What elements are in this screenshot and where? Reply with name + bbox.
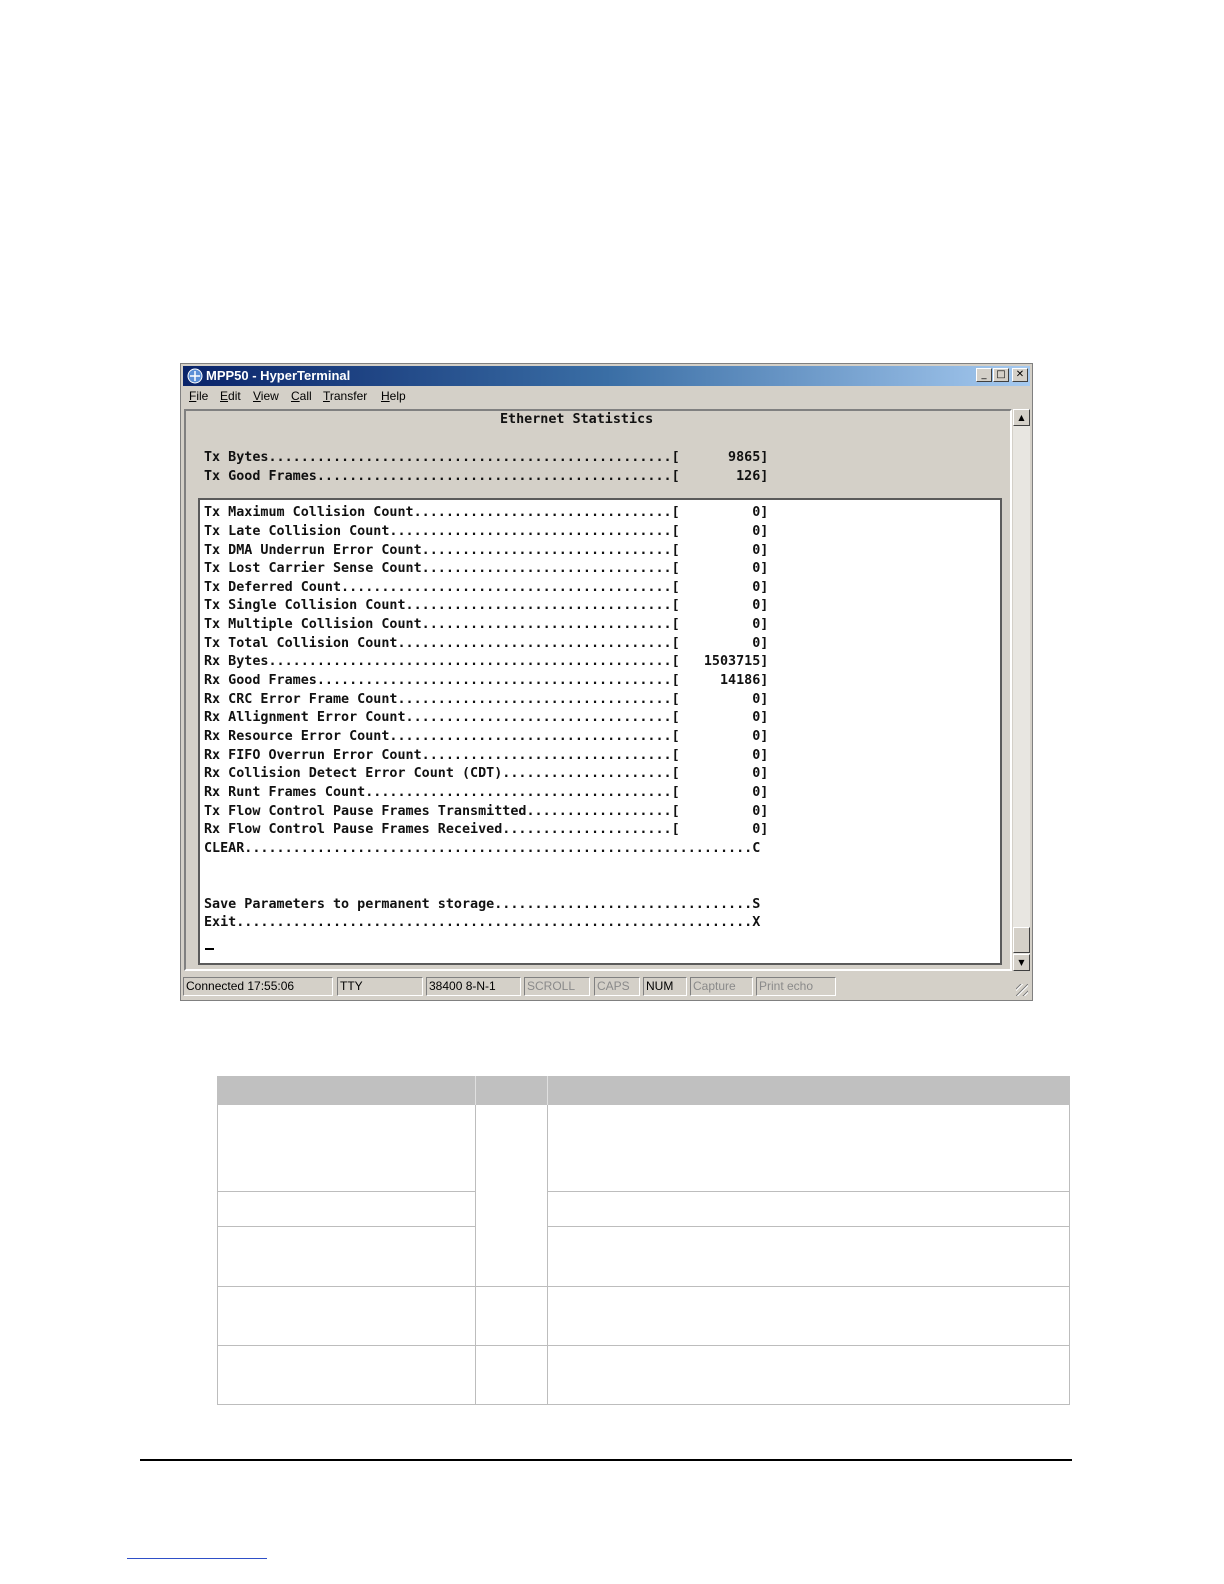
title-bar[interactable]: MPP50 - HyperTerminal _ □ ✕ [183, 366, 1030, 386]
stat-line: Tx Single Collision Count...............… [204, 598, 769, 613]
window-title: MPP50 - HyperTerminal [206, 368, 351, 383]
menu-view[interactable]: View [253, 389, 279, 403]
stat-line: Rx Flow Control Pause Frames Received...… [204, 822, 769, 837]
save-option: Save Parameters to permanent storage....… [204, 897, 761, 912]
footer-link-underline[interactable] [127, 1558, 267, 1559]
close-button[interactable]: ✕ [1012, 368, 1028, 382]
stat-line: Rx Collision Detect Error Count (CDT)...… [204, 766, 769, 781]
header-divider [475, 1076, 476, 1105]
stat-line: Tx Lost Carrier Sense Count.............… [204, 561, 769, 576]
table-border-right [1069, 1105, 1070, 1405]
status-port-settings: 38400 8-N-1 [426, 977, 521, 996]
footer-rule [140, 1459, 1072, 1461]
menu-help[interactable]: Help [381, 389, 406, 403]
maximize-button[interactable]: □ [993, 368, 1009, 382]
status-capture: Capture [690, 977, 753, 996]
stat-line: Tx Deferred Count.......................… [204, 580, 769, 595]
table-border-left [217, 1105, 218, 1405]
status-caps: CAPS [594, 977, 640, 996]
terminal-line-tx-bytes: Tx Bytes................................… [204, 450, 769, 465]
column-divider [475, 1105, 476, 1405]
status-connected: Connected 17:55:06 [183, 977, 333, 996]
row-divider [217, 1286, 1070, 1287]
status-emulation: TTY [337, 977, 423, 996]
menu-edit[interactable]: Edit [220, 389, 241, 403]
scroll-thumb[interactable] [1013, 927, 1030, 953]
menu-bar: File Edit View Call Transfer Help [183, 387, 1030, 407]
stat-line: Rx Resource Error Count.................… [204, 729, 769, 744]
status-num: NUM [643, 977, 687, 996]
hyperterminal-window: MPP50 - HyperTerminal _ □ ✕ File Edit Vi… [180, 363, 1033, 1001]
scroll-up-button[interactable]: ▲ [1013, 409, 1030, 426]
row-divider [547, 1226, 1070, 1227]
menu-file[interactable]: File [189, 389, 208, 403]
stat-line: Tx Multiple Collision Count.............… [204, 617, 769, 632]
exit-option: Exit....................................… [204, 915, 761, 930]
status-bar: Connected 17:55:06 TTY 38400 8-N-1 SCROL… [183, 976, 1030, 998]
stat-line: Rx CRC Error Frame Count................… [204, 692, 769, 707]
row-divider [217, 1345, 1070, 1346]
status-scroll: SCROLL [524, 977, 590, 996]
row-divider [217, 1226, 475, 1227]
clear-option: CLEAR...................................… [204, 841, 761, 856]
stat-line: Rx FIFO Overrun Error Count.............… [204, 748, 769, 763]
status-print-echo: Print echo [756, 977, 836, 996]
header-divider [547, 1076, 548, 1105]
stat-line: Rx Good Frames..........................… [204, 673, 769, 688]
terminal-line-tx-good-frames: Tx Good Frames..........................… [204, 469, 769, 484]
terminal-area[interactable]: Ethernet Statistics Tx Bytes............… [184, 409, 1012, 971]
menu-call[interactable]: Call [291, 389, 312, 403]
stat-line: Tx Late Collision Count.................… [204, 524, 769, 539]
hyperterminal-icon [187, 368, 203, 384]
vertical-scrollbar[interactable]: ▲ ▼ [1013, 409, 1030, 971]
resize-grip[interactable] [1016, 984, 1028, 996]
row-divider [217, 1191, 475, 1192]
row-divider [547, 1191, 1070, 1192]
stat-line: Rx Bytes................................… [204, 654, 769, 669]
column-divider [547, 1105, 548, 1405]
stat-line: Rx Runt Frames Count....................… [204, 785, 769, 800]
stat-line: Tx Flow Control Pause Frames Transmitted… [204, 804, 769, 819]
minimize-button[interactable]: _ [976, 368, 992, 382]
terminal-heading: Ethernet Statistics [500, 412, 654, 427]
table-header-row [217, 1076, 1070, 1105]
statistics-box: Tx Maximum Collision Count..............… [198, 498, 1002, 965]
document-table [217, 1076, 1070, 1405]
terminal-cursor [205, 948, 214, 950]
stat-line: Rx Allignment Error Count...............… [204, 710, 769, 725]
table-border-bottom [217, 1404, 1070, 1405]
stat-line: Tx DMA Underrun Error Count.............… [204, 543, 769, 558]
menu-transfer[interactable]: Transfer [323, 389, 367, 403]
stat-line: Tx Total Collision Count................… [204, 636, 769, 651]
scroll-down-button[interactable]: ▼ [1013, 954, 1030, 971]
stat-line: Tx Maximum Collision Count..............… [204, 505, 769, 520]
